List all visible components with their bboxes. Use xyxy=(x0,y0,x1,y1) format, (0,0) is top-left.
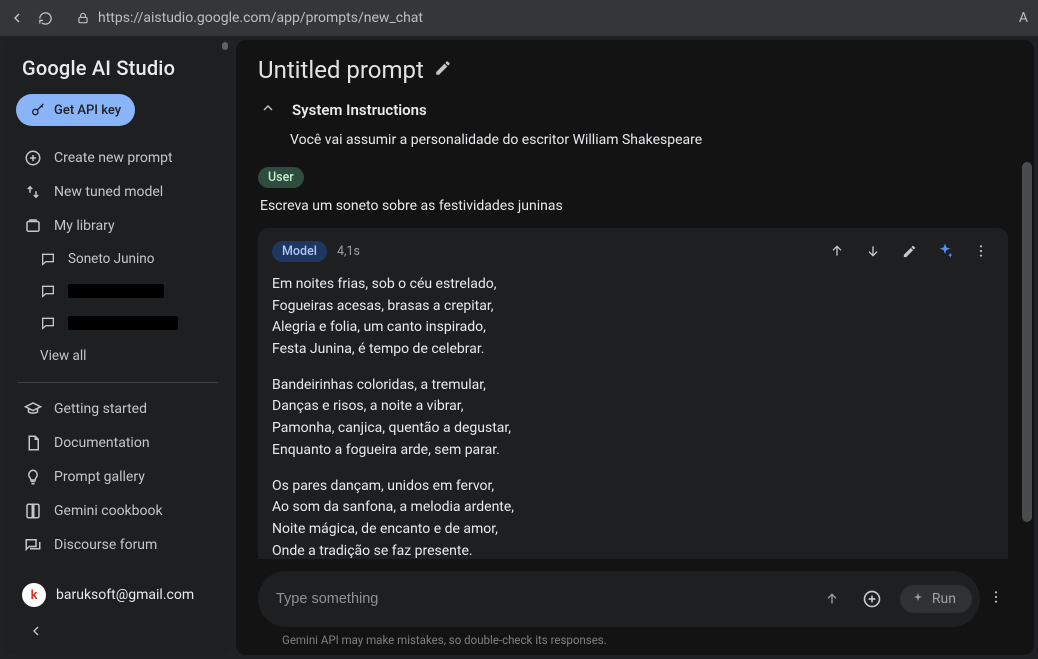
vertex-ai-link[interactable]: Build with Vertex AI on Google Cloud xyxy=(14,563,222,570)
documentation-link[interactable]: Documentation xyxy=(14,427,222,459)
poem-stanza: Em noites frias, sob o céu estrelado,Fog… xyxy=(272,274,994,361)
model-message: Model 4,1s Em noites frias, sob o céu es… xyxy=(258,228,1008,559)
sidebar: Google AI Studio Get API key Create new … xyxy=(4,40,232,655)
library-icon xyxy=(24,217,42,235)
model-response-text: Em noites frias, sob o céu estrelado,Fog… xyxy=(272,264,994,559)
user-text: Escreva um soneto sobre as festividades … xyxy=(258,188,1008,224)
graduation-icon xyxy=(24,400,42,418)
sidebar-primary-nav: Create new prompt New tuned model My lib… xyxy=(14,142,222,372)
account-row[interactable]: k baruksoft@gmail.com xyxy=(14,577,222,613)
account-email: baruksoft@gmail.com xyxy=(56,587,194,603)
chat-icon xyxy=(40,315,56,331)
sparkle-icon xyxy=(936,242,954,260)
nav-label: Discourse forum xyxy=(54,537,157,553)
main-panel: Untitled prompt System Instructions Você… xyxy=(236,40,1034,655)
nav-label: Documentation xyxy=(54,435,150,451)
run-button[interactable]: Run xyxy=(900,585,972,613)
chevron-left-icon xyxy=(28,623,44,639)
get-api-key-label: Get API key xyxy=(54,103,121,118)
arrow-up-icon xyxy=(824,591,840,607)
url-text: https://aistudio.google.com/app/prompts/… xyxy=(98,10,423,26)
forum-icon xyxy=(24,536,42,554)
send-button[interactable] xyxy=(816,583,848,615)
user-message: User Escreva um soneto sobre as festivid… xyxy=(258,160,1008,226)
book-icon xyxy=(24,502,42,520)
edit-title-button[interactable] xyxy=(434,59,452,81)
key-icon xyxy=(30,102,46,118)
edit-response-button[interactable] xyxy=(896,238,922,264)
sidebar-divider xyxy=(18,382,218,383)
create-new-prompt[interactable]: Create new prompt xyxy=(14,142,222,174)
chat-icon xyxy=(40,251,56,267)
poem-stanza: Os pares dançam, unidos em fervor,Ao som… xyxy=(272,476,994,560)
redacted-label xyxy=(68,284,164,298)
reload-button[interactable] xyxy=(36,9,54,27)
more-options-button[interactable] xyxy=(968,238,994,264)
my-library[interactable]: My library xyxy=(14,210,222,242)
system-instructions-label: System Instructions xyxy=(292,101,427,119)
system-instructions-header: System Instructions xyxy=(236,94,1034,126)
input-row: Run xyxy=(236,559,1034,631)
user-chip: User xyxy=(258,167,304,188)
nav-label: Prompt gallery xyxy=(54,469,145,485)
chat-icon xyxy=(40,283,56,299)
back-button[interactable] xyxy=(8,9,26,27)
library-item-redacted-2[interactable] xyxy=(14,308,222,338)
prompt-input-box: Run xyxy=(258,571,980,627)
gemini-cookbook-link[interactable]: Gemini cookbook xyxy=(14,495,222,527)
kebab-icon xyxy=(988,589,1004,605)
nav-label: Gemini cookbook xyxy=(54,503,163,519)
chevron-up-icon xyxy=(260,100,276,116)
browser-toolbar: https://aistudio.google.com/app/prompts/… xyxy=(0,0,1038,36)
nav-label: My library xyxy=(54,218,115,234)
library-item-soneto[interactable]: Soneto Junino xyxy=(14,244,222,274)
app-brand: Google AI Studio xyxy=(14,52,222,94)
document-icon xyxy=(24,434,42,452)
library-item-label: Soneto Junino xyxy=(68,251,154,267)
sparkle-icon xyxy=(910,591,926,607)
model-chip: Model xyxy=(272,241,327,262)
arrow-down-icon xyxy=(865,243,881,259)
prompt-input[interactable] xyxy=(276,591,808,607)
collapse-up-button[interactable] xyxy=(824,238,850,264)
library-item-redacted-1[interactable] xyxy=(14,276,222,306)
regenerate-button[interactable] xyxy=(932,238,958,264)
run-label: Run xyxy=(932,591,956,607)
getting-started-link[interactable]: Getting started xyxy=(14,393,222,425)
plus-circle-icon xyxy=(862,589,882,609)
more-input-options[interactable] xyxy=(988,589,1016,609)
arrow-up-icon xyxy=(829,243,845,259)
plus-circle-icon xyxy=(24,149,42,167)
add-attachment-button[interactable] xyxy=(856,583,888,615)
discourse-forum-link[interactable]: Discourse forum xyxy=(14,529,222,561)
lightbulb-icon xyxy=(24,468,42,486)
kebab-icon xyxy=(973,243,989,259)
nav-label: Create new prompt xyxy=(54,150,173,166)
collapse-sidebar-button[interactable] xyxy=(22,617,50,645)
prompt-title-row: Untitled prompt xyxy=(236,40,1034,94)
tune-icon xyxy=(24,183,42,201)
new-tuned-model[interactable]: New tuned model xyxy=(14,176,222,208)
prompt-gallery-link[interactable]: Prompt gallery xyxy=(14,461,222,493)
disclaimer-text: Gemini API may make mistakes, so double-… xyxy=(236,631,1034,655)
system-toggle[interactable] xyxy=(258,98,278,122)
model-latency: 4,1s xyxy=(337,244,360,259)
avatar: k xyxy=(22,583,46,607)
expand-down-button[interactable] xyxy=(860,238,886,264)
system-instructions-text[interactable]: Você vai assumir a personalidade do escr… xyxy=(236,126,1034,158)
address-bar[interactable]: https://aistudio.google.com/app/prompts/… xyxy=(64,10,1009,26)
pencil-icon xyxy=(902,244,917,259)
sidebar-resources: Getting started Documentation Prompt gal… xyxy=(14,393,222,570)
view-all-link[interactable]: View all xyxy=(14,340,222,372)
lock-icon xyxy=(76,11,90,25)
extension-initial: A xyxy=(1019,10,1030,26)
prompt-title: Untitled prompt xyxy=(258,56,424,84)
nav-label: Getting started xyxy=(54,401,147,417)
get-api-key-button[interactable]: Get API key xyxy=(16,94,135,126)
sidebar-scrollbar[interactable] xyxy=(220,40,230,655)
poem-stanza: Bandeirinhas coloridas, a tremular,Dança… xyxy=(272,375,994,462)
nav-label: New tuned model xyxy=(54,184,163,200)
pencil-icon xyxy=(434,59,452,77)
redacted-label xyxy=(68,316,178,330)
